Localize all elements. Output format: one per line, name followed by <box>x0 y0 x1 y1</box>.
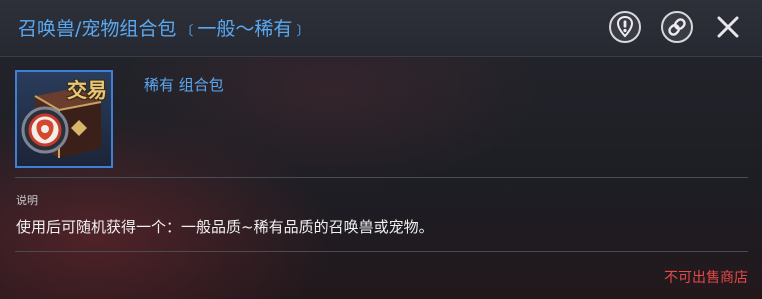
tooltip-header: 召唤兽/宠物组合包 〔 一般～稀有 〕 <box>0 0 762 57</box>
close-icon <box>717 16 739 38</box>
item-grade-range: 一般～稀有 <box>197 18 293 40</box>
sell-status-text: 不可出售商店 <box>664 270 748 286</box>
description-text: 使用后可随机获得一个：一般品质~稀有品质的召唤兽或宠物。 <box>16 218 434 236</box>
close-button[interactable] <box>714 13 742 41</box>
description-label: 说明 <box>16 194 38 207</box>
divider-bottom <box>15 251 748 252</box>
link-button[interactable] <box>661 11 693 43</box>
item-title-text: 召唤兽/宠物组合包 <box>18 18 177 40</box>
link-chain-icon <box>668 18 686 36</box>
item-icon-frame: 交易 <box>15 70 113 168</box>
bracket-close: 〕 <box>296 24 310 39</box>
item-rarity-type: 稀有 组合包 <box>144 76 224 94</box>
trade-badge: 交易 <box>67 78 107 102</box>
divider-top <box>15 177 748 178</box>
info-shield-icon <box>616 15 634 38</box>
item-title: 召唤兽/宠物组合包 〔 一般～稀有 〕 <box>18 14 313 41</box>
info-button[interactable] <box>609 11 641 43</box>
bracket-open: 〔 <box>180 24 194 39</box>
item-tooltip-panel: 召唤兽/宠物组合包 〔 一般～稀有 〕 交易 稀有 组合包 说明 使用后可随机获… <box>0 0 762 299</box>
